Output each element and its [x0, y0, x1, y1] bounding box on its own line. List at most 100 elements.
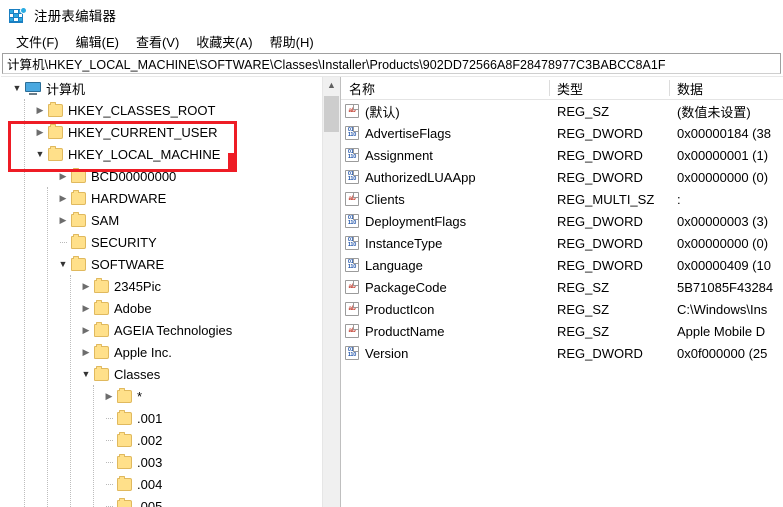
- dword-value-icon: 011 110: [345, 170, 359, 184]
- folder-icon: [94, 299, 109, 315]
- menu-item-edit[interactable]: 编辑(E): [68, 30, 128, 53]
- folder-icon: [117, 475, 132, 491]
- value-name-text: AuthorizedLUAApp: [365, 169, 476, 185]
- tree-node[interactable]: SECURITY: [1, 231, 323, 253]
- chevron-down-icon[interactable]: ▼: [32, 143, 48, 165]
- tree-node[interactable]: ▶ *: [1, 385, 323, 407]
- value-row[interactable]: ab ProductName REG_SZ Apple Mobile D: [341, 320, 783, 342]
- value-row[interactable]: 011 110 Assignment REG_DWORD 0x00000001 (1): [341, 144, 783, 166]
- chevron-right-icon[interactable]: ▶: [32, 121, 48, 143]
- chevron-right-icon[interactable]: ▶: [78, 297, 94, 319]
- menu-item-help[interactable]: 帮助(H): [262, 30, 323, 53]
- chevron-right-icon[interactable]: ▶: [78, 319, 94, 341]
- chevron-down-icon[interactable]: ▼: [78, 363, 94, 385]
- string-value-icon: ab: [345, 280, 359, 294]
- tree-node[interactable]: ▶ SAM: [1, 209, 323, 231]
- value-row[interactable]: 011 110 Version REG_DWORD 0x0f000000 (25: [341, 342, 783, 364]
- string-value-icon: ab: [345, 104, 359, 118]
- tree-node[interactable]: .005: [1, 495, 323, 507]
- value-row[interactable]: 011 110 Language REG_DWORD 0x00000409 (10: [341, 254, 783, 276]
- tree-node[interactable]: .002: [1, 429, 323, 451]
- chevron-down-icon[interactable]: ▼: [9, 77, 25, 99]
- value-row[interactable]: ab (默认) REG_SZ (数值未设置): [341, 100, 783, 122]
- menu-item-view[interactable]: 查看(V): [128, 30, 188, 53]
- value-row[interactable]: 011 110 AuthorizedLUAApp REG_DWORD 0x0000000…: [341, 166, 783, 188]
- dword-value-icon: 011 110: [345, 148, 359, 162]
- values-list[interactable]: ab (默认) REG_SZ (数值未设置) 011 110 AdvertiseFlags R…: [341, 100, 783, 364]
- tree-node[interactable]: ▶ 2345Pic: [1, 275, 323, 297]
- address-path-text: 计算机\HKEY_LOCAL_MACHINE\SOFTWARE\Classes\…: [7, 58, 666, 72]
- menu-item-file[interactable]: 文件(F): [8, 30, 68, 53]
- tree-node[interactable]: ▶ Apple Inc.: [1, 341, 323, 363]
- tree-node[interactable]: ▼ Classes: [1, 363, 323, 385]
- value-name-cell: ab ProductIcon: [341, 298, 549, 320]
- tree-node[interactable]: ▼ SOFTWARE: [1, 253, 323, 275]
- value-data-cell: 0x00000003 (3): [677, 213, 769, 229]
- tree-node-label: 计算机: [46, 81, 86, 97]
- tree-node[interactable]: .001: [1, 407, 323, 429]
- value-type-cell: REG_MULTI_SZ: [557, 191, 655, 207]
- value-row[interactable]: ab Clients REG_MULTI_SZ:: [341, 188, 783, 210]
- tree-node[interactable]: ▶ HARDWARE: [1, 187, 323, 209]
- menu-item-favorites[interactable]: 收藏夹(A): [188, 30, 261, 53]
- chevron-right-icon[interactable]: ▶: [32, 99, 48, 121]
- chevron-right-icon[interactable]: ▶: [55, 209, 71, 231]
- tree-node-label: BCD00000000: [91, 168, 177, 184]
- content-area: ▼ 计算机 ▶ HKEY_CLASSES_ROOT ▶ HKEY_CURRENT_USER…: [1, 76, 783, 507]
- tree-node-label: Classes: [114, 366, 161, 382]
- chevron-right-icon[interactable]: ▶: [78, 341, 94, 363]
- value-type-cell: REG_SZ: [557, 301, 610, 317]
- scroll-up-arrow[interactable]: ▲: [323, 77, 340, 94]
- value-data-cell: (数值未设置): [677, 104, 751, 120]
- tree-node[interactable]: ▼ 计算机: [1, 77, 323, 99]
- tree-node[interactable]: ▶ HKEY_CLASSES_ROOT: [1, 99, 323, 121]
- value-name-text: DeploymentFlags: [365, 213, 467, 229]
- value-row[interactable]: 011 110 DeploymentFlags REG_DWORD 0x00000003…: [341, 210, 783, 232]
- column-header-type[interactable]: 类型: [549, 77, 669, 99]
- tree-node[interactable]: ▶ AGEIA Technologies: [1, 319, 323, 341]
- chevron-down-icon[interactable]: ▼: [55, 253, 71, 275]
- value-name-text: ProductIcon: [365, 301, 435, 317]
- value-name-cell: ab ProductName: [341, 320, 549, 342]
- tree-node[interactable]: .003: [1, 451, 323, 473]
- column-header-name[interactable]: 名称: [341, 77, 549, 99]
- tree-node[interactable]: ▶ Adobe: [1, 297, 323, 319]
- chevron-right-icon[interactable]: ▶: [55, 165, 71, 187]
- value-row[interactable]: 011 110 InstanceType REG_DWORD 0x00000000 (0…: [341, 232, 783, 254]
- window-title: 注册表编辑器: [34, 9, 117, 24]
- tree-node-label: .005: [137, 498, 163, 507]
- tree-scrollbar[interactable]: ▲: [322, 77, 340, 507]
- tree-leaf-connector: [101, 473, 117, 495]
- tree-scrollbar-thumb[interactable]: [324, 96, 339, 132]
- tree-node-label: HKEY_LOCAL_MACHINE: [68, 146, 221, 162]
- folder-icon: [71, 189, 86, 205]
- value-type-cell: REG_DWORD: [557, 169, 643, 185]
- tree-node[interactable]: .004: [1, 473, 323, 495]
- value-row[interactable]: ab ProductIcon REG_SZ C:\Windows\Ins: [341, 298, 783, 320]
- folder-icon: [48, 101, 63, 117]
- chevron-right-icon[interactable]: ▶: [78, 275, 94, 297]
- chevron-right-icon[interactable]: ▶: [101, 385, 117, 407]
- string-value-icon: ab: [345, 192, 359, 206]
- value-data-cell: 0x00000000 (0): [677, 169, 769, 185]
- tree-node[interactable]: ▼ HKEY_LOCAL_MACHINE: [1, 143, 323, 165]
- value-name-cell: 011 110 Version: [341, 342, 549, 364]
- registry-tree[interactable]: ▼ 计算机 ▶ HKEY_CLASSES_ROOT ▶ HKEY_CURRENT_USER…: [1, 77, 323, 507]
- value-row[interactable]: 011 110 AdvertiseFlags REG_DWORD 0x00000184 …: [341, 122, 783, 144]
- tree-node[interactable]: ▶ BCD00000000: [1, 165, 323, 187]
- values-column-header: 名称 类型 数据: [341, 77, 783, 100]
- column-header-data[interactable]: 数据: [669, 77, 783, 99]
- chevron-right-icon[interactable]: ▶: [55, 187, 71, 209]
- tree-node[interactable]: ▶ HKEY_CURRENT_USER: [1, 121, 323, 143]
- address-bar[interactable]: 计算机\HKEY_LOCAL_MACHINE\SOFTWARE\Classes\…: [2, 53, 781, 74]
- string-value-icon: ab: [345, 324, 359, 338]
- value-row[interactable]: ab PackageCode REG_SZ 5B71085F43284: [341, 276, 783, 298]
